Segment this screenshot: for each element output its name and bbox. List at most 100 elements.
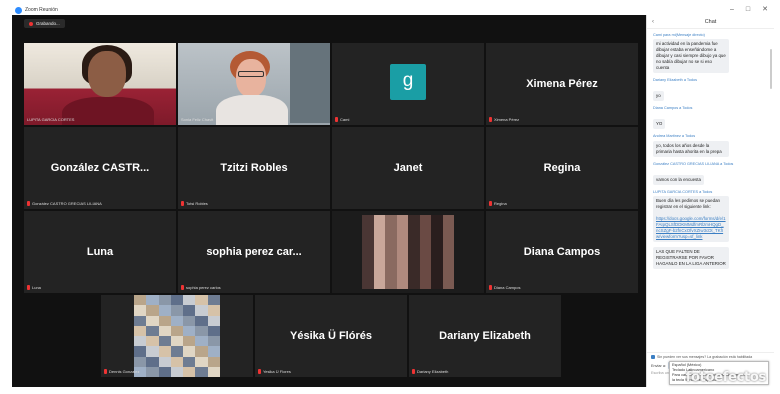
mosaic-cell — [408, 267, 420, 279]
mosaic-cell — [373, 278, 385, 289]
mosaic-cell — [134, 356, 147, 367]
message-sender: LUPITA GARCIA CORTES a Todos — [653, 190, 713, 194]
mosaic-cell — [170, 315, 184, 326]
participant-name: González CASTRO GRECIAS LILIANA — [32, 201, 102, 206]
mosaic-cell — [419, 267, 431, 279]
send-to-label: Enviar a: — [651, 363, 666, 368]
participant-name-bar: Sonia Feliz Chavit — [181, 117, 213, 122]
info-icon — [651, 355, 655, 359]
mosaic-cell — [408, 225, 420, 237]
muted-mic-icon — [27, 201, 30, 206]
mosaic-cell — [146, 305, 159, 316]
participant-name: Luna — [32, 285, 41, 290]
participant-tile[interactable] — [332, 211, 484, 293]
participant-name-bar: Dariany Elizabeth — [412, 369, 448, 374]
participant-name: Diana Campos — [494, 285, 521, 290]
mosaic-cell — [158, 295, 171, 306]
participant-name-bar: Cami — [335, 117, 349, 122]
chat-messages[interactable]: Cami para mi(Mensaje directo) mi activid… — [647, 29, 774, 352]
participant-tile[interactable]: Yésika Ü Flórés Yesika Ü Flores — [255, 295, 407, 377]
mosaic-cell — [134, 325, 147, 336]
mosaic-cell — [207, 346, 220, 357]
mosaic-cell — [408, 246, 420, 258]
participant-video — [24, 43, 176, 125]
mosaic-cell — [170, 336, 184, 347]
mosaic-cell — [362, 246, 374, 258]
chat-title: Chat — [704, 18, 717, 25]
message-sender: Diana Campos a Todos — [653, 106, 693, 110]
chat-message: González CASTRO GRECIAS LILIANA a Todos … — [653, 162, 769, 186]
mosaic-cell — [207, 366, 220, 377]
mosaic-cell — [362, 278, 374, 289]
chat-message: Cami para mi(Mensaje directo) mi activid… — [653, 33, 769, 74]
participant-display-name: Diana Campos — [523, 246, 601, 258]
mosaic-cell — [195, 356, 208, 367]
mosaic-cell — [183, 305, 196, 316]
mosaic-cell — [408, 236, 420, 247]
chat-message: LUPITA GARCIA CORTES a Todos Buen día le… — [653, 190, 769, 243]
mosaic-cell — [385, 267, 397, 279]
participant-tile[interactable]: González CASTR... González CASTRO GRECIA… — [24, 127, 176, 209]
participant-tile[interactable]: sophia perez car... sophia perez carlos — [178, 211, 330, 293]
mosaic-cell — [158, 325, 171, 336]
window-controls: – □ ✕ — [730, 5, 768, 15]
chat-panel: ‹ Chat Cami para mi(Mensaje directo) mi … — [646, 15, 774, 387]
mosaic-cell — [408, 278, 420, 289]
participant-tile[interactable]: Janet — [332, 127, 484, 209]
participant-name: Yesika Ü Flores — [263, 369, 291, 374]
participant-name-bar: Dennis Gonzalez — [104, 369, 139, 374]
participant-name-bar: sophia perez carlos — [181, 285, 221, 290]
maximize-button[interactable]: □ — [746, 5, 750, 15]
participant-tile[interactable]: Dennis Gonzalez — [101, 295, 253, 377]
participant-name-bar: Ximena Pérez — [489, 117, 519, 122]
mosaic-cell — [419, 257, 431, 268]
mosaic-cell — [158, 356, 171, 367]
participant-tile[interactable]: Dariany Elizabeth Dariany Elizabeth — [409, 295, 561, 377]
participant-tile[interactable]: Ximena Pérez Ximena Pérez — [486, 43, 638, 125]
chat-footer: Sin pueden ver sus mensajes? La grabació… — [647, 352, 774, 387]
participant-tile[interactable]: g Cami — [332, 43, 484, 125]
participant-name-bar: Diana Campos — [489, 285, 520, 290]
mosaic-cell — [362, 267, 374, 279]
message-text: YO — [653, 119, 666, 129]
mosaic-cell — [431, 246, 443, 258]
mosaic-cell — [431, 257, 443, 268]
participant-tile[interactable]: Regina Regina — [486, 127, 638, 209]
mosaic-cell — [134, 336, 147, 347]
mosaic-cell — [183, 336, 196, 347]
muted-mic-icon — [104, 369, 107, 374]
muted-mic-icon — [489, 285, 492, 290]
mosaic-cell — [195, 346, 208, 357]
mosaic-cell — [146, 336, 159, 347]
participant-tile[interactable]: Diana Campos Diana Campos — [486, 211, 638, 293]
mosaic-cell — [373, 225, 385, 237]
participant-display-name: Dariany Elizabeth — [439, 330, 531, 342]
mosaic-cell — [170, 305, 184, 316]
message-sender: Dariany Elizabeth a Todos — [653, 78, 698, 82]
muted-mic-icon — [489, 117, 492, 122]
minimize-button[interactable]: – — [730, 5, 734, 15]
mosaic-cell — [385, 215, 397, 226]
recording-indicator[interactable]: Grabando... — [24, 19, 65, 28]
mosaic-cell — [431, 225, 443, 237]
mosaic-cell — [146, 346, 159, 357]
close-button[interactable]: ✕ — [762, 5, 768, 15]
participant-tile[interactable]: LUPITA GARCIA CORTES — [24, 43, 176, 125]
chat-scrollbar[interactable] — [770, 49, 772, 89]
mosaic-cell — [362, 215, 374, 226]
collapse-chevron-icon[interactable]: ‹ — [652, 19, 654, 25]
window-title: Zoom Reunión — [25, 7, 58, 13]
mosaic-cell — [396, 236, 408, 247]
message-text: yo, todos los años desde la primaria has… — [653, 141, 729, 157]
participant-tile[interactable]: Sonia Feliz Chavit — [178, 43, 330, 125]
mosaic-cell — [207, 305, 220, 316]
participant-tile[interactable]: Luna Luna — [24, 211, 176, 293]
mosaic-cell — [134, 315, 147, 326]
mosaic-cell — [195, 325, 208, 336]
mosaic-cell — [146, 366, 159, 377]
mosaic-cell — [431, 215, 443, 226]
participant-tile[interactable]: Tzitzi Robles Totsi Robles — [178, 127, 330, 209]
message-link[interactable]: https://docs.google.com/forms/d/e/1FAIpQ… — [656, 216, 726, 239]
mosaic-cell — [207, 295, 220, 306]
mosaic-cell — [207, 356, 220, 367]
